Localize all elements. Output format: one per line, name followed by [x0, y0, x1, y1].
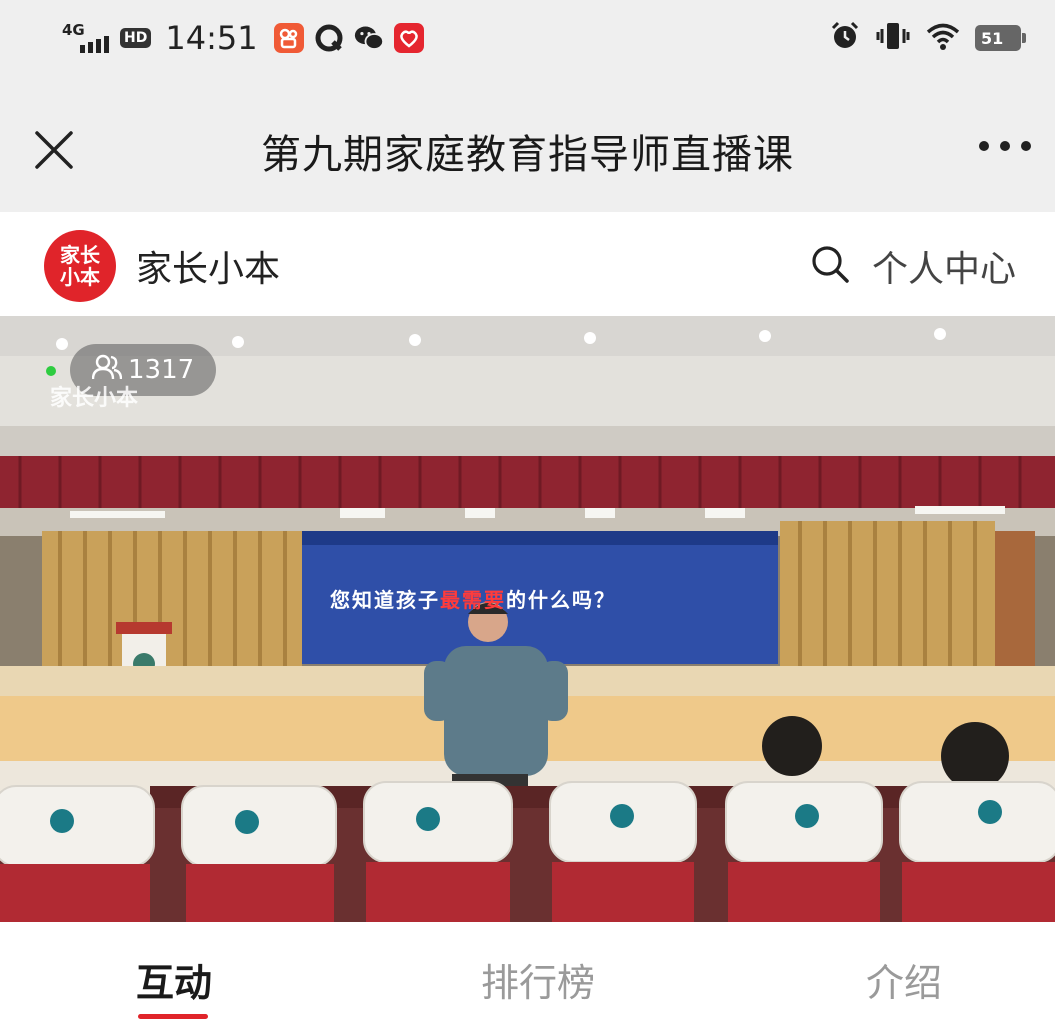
hd-badge: HD	[120, 28, 152, 48]
battery-level: 51	[981, 28, 1004, 48]
qq-browser-icon	[314, 23, 344, 53]
status-right: 51	[829, 18, 1026, 58]
active-tab-indicator	[138, 1014, 208, 1019]
brand-bar: 家长 小本 家长小本 个人中心	[0, 212, 1055, 316]
wifi-icon	[925, 21, 961, 55]
kuaishou-icon	[273, 23, 304, 53]
page-title: 第九期家庭教育指导师直播课	[261, 132, 794, 178]
video-frame	[0, 316, 1055, 922]
app-red-icon	[393, 23, 424, 53]
live-indicator	[46, 366, 56, 376]
brand-name[interactable]: 家长小本	[136, 240, 280, 292]
more-icon[interactable]	[979, 134, 1031, 158]
tab-bar: 互动 排行榜 介绍	[0, 922, 1055, 1028]
tab-ranking[interactable]: 排行榜	[481, 952, 595, 1007]
status-left: 4G HD 14:51	[62, 18, 424, 58]
nav-bar: 第九期家庭教育指导师直播课	[0, 80, 1055, 212]
slide-text: 您知道孩子最需要的什么吗？	[330, 588, 616, 612]
brand-logo[interactable]: 家长 小本	[44, 230, 116, 302]
vibrate-icon	[875, 20, 911, 56]
search-icon[interactable]	[810, 244, 850, 284]
signal-icon: 4G	[62, 21, 110, 55]
video-watermark: 家长小本	[50, 386, 139, 411]
live-video-player[interactable]: 您知道孩子最需要的什么吗？	[0, 316, 1055, 922]
tab-intro[interactable]: 介绍	[866, 952, 942, 1007]
battery-icon: 51	[975, 25, 1026, 51]
clock: 14:51	[165, 19, 258, 57]
tab-interaction[interactable]: 互动	[136, 952, 212, 1007]
wechat-icon	[354, 23, 384, 53]
personal-center-link[interactable]: 个人中心	[872, 240, 1016, 292]
status-bar: 4G HD 14:51 51	[0, 0, 1055, 80]
alarm-icon	[829, 20, 861, 56]
